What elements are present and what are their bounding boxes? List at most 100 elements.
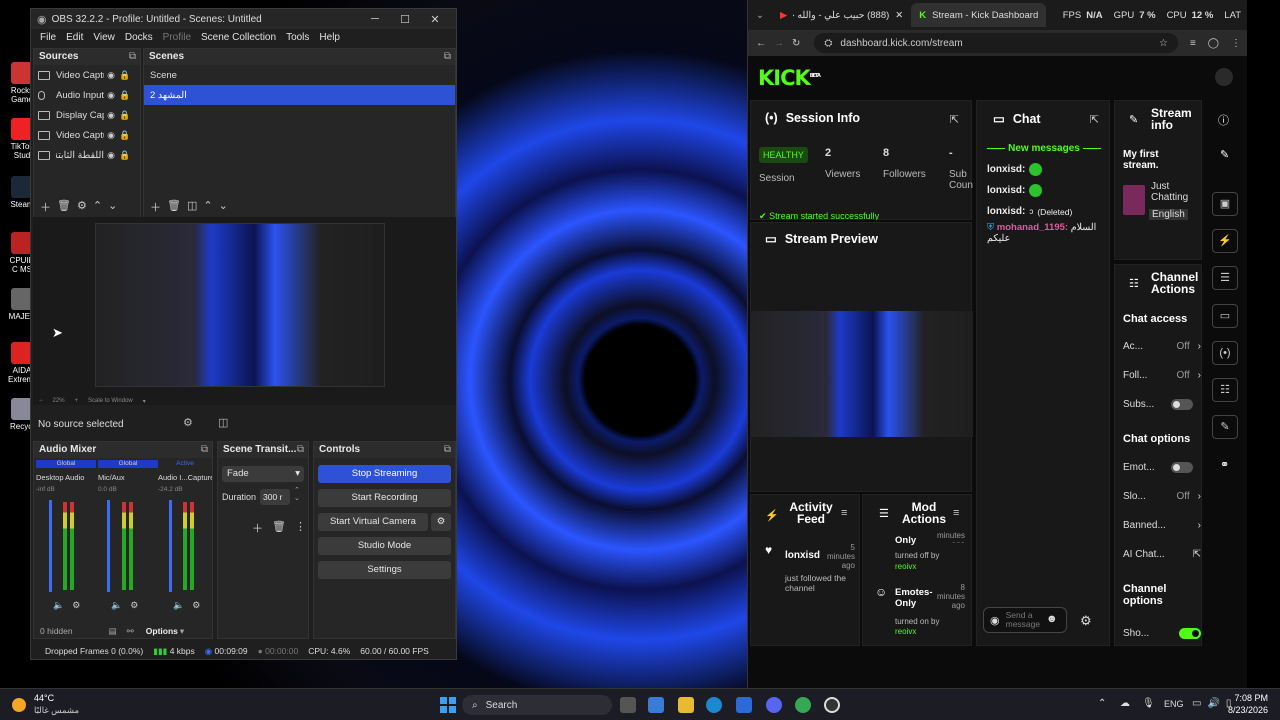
subs-only-toggle[interactable] [1171,399,1193,410]
remove-source-icon[interactable]: 🗑 [57,199,71,215]
undock-icon[interactable]: ⧉ [129,49,136,65]
chat-icon[interactable]: ▭ [1212,304,1238,328]
tab-youtube[interactable]: ▶(888) حبيب علي - والله حرام | عط...✕ [772,3,911,27]
menu-scene-collection[interactable]: Scene Collection [196,32,281,43]
channel-icon[interactable]: ☷ [1212,378,1238,402]
visibility-eye-icon[interactable]: ◉ [104,90,118,101]
media-icon[interactable]: ≡ [1184,38,1202,49]
discord-icon[interactable] [766,697,782,713]
chat-message[interactable]: ⛨ mohanad_1195: السلام عليكم [987,222,1101,244]
settings-button[interactable]: Settings [318,561,451,579]
move-up-icon[interactable]: ⌃ [93,199,102,215]
studio-mode-button[interactable]: Studio Mode [318,537,451,555]
mixer-channel-name[interactable]: Audio I...Capture [158,473,212,482]
source-item[interactable]: Audio Input ◉ 🔒 [34,85,140,105]
subs-only-row[interactable]: Subs... [1123,390,1201,419]
url-field[interactable]: ⛭ dashboard.kick.com/stream ☆ [814,33,1178,53]
speaker-icon[interactable]: 🔈 [53,600,64,611]
clock-time[interactable]: 7:08 PM [1228,693,1268,703]
weather-text[interactable]: مشمس غالبًا [34,705,79,716]
cloud-icon[interactable]: ☁ [1120,698,1130,709]
lock-icon[interactable]: 🔒 [118,70,132,81]
menu-profile[interactable]: Profile [158,32,196,43]
zoom-in-icon[interactable]: + [75,398,79,405]
lock-icon[interactable]: 🔒 [118,90,132,101]
new-messages-banner[interactable]: New messages [977,143,1111,154]
pencil-icon[interactable]: ✎ [1220,148,1229,161]
scene-item[interactable]: Scene [144,65,455,85]
duration-stepper[interactable]: ⌃ ⌄ [294,487,300,503]
undock-icon[interactable]: ⧉ [201,442,208,458]
move-down-icon[interactable]: ⌄ [108,199,117,215]
menu-tools[interactable]: Tools [281,32,314,43]
mixer-settings-icon[interactable]: ⚙ [130,600,138,611]
maximize-icon[interactable]: ☐ [390,13,420,26]
preview-canvas[interactable] [95,223,385,387]
start-recording-button[interactable]: Start Recording [318,489,451,507]
scene-filter-icon[interactable]: ◫ [187,199,197,215]
tab-list-icon[interactable]: ⌄ [748,10,772,21]
source-item[interactable]: Video Captu ◉ 🔒 [34,65,140,85]
mod-action-user[interactable]: reoivx [895,627,916,636]
visibility-eye-icon[interactable]: ◉ [104,150,118,161]
show-toggle[interactable] [1179,628,1201,639]
forward-icon[interactable]: → [774,38,784,49]
show-row[interactable]: Sho... [1123,619,1201,648]
filter-icon[interactable]: ≡ [841,507,847,519]
clock-date[interactable]: 8/23/2026 [1218,705,1268,715]
menu-edit[interactable]: Edit [61,32,88,43]
access-row[interactable]: Ac... Off › [1123,332,1201,361]
store-icon[interactable] [736,697,752,713]
scale-mode[interactable]: Scale to Window [88,398,133,405]
stop-streaming-button[interactable]: Stop Streaming [318,465,451,483]
filter-icon[interactable]: ≡ [953,507,959,519]
options-button[interactable]: Options [146,626,178,636]
volume-slider[interactable] [107,500,110,592]
mod-action-user[interactable]: reoivx [895,562,916,571]
mixer-channel-name[interactable]: Mic/Aux [98,473,158,482]
obs-titlebar[interactable]: ◉ OBS 32.2.2 - Profile: Untitled - Scene… [31,9,456,29]
virtual-camera-button[interactable]: Start Virtual Camera [318,513,428,531]
language-indicator[interactable]: ENG [1164,699,1184,709]
folder-icon[interactable] [678,697,694,713]
lock-icon[interactable]: 🔒 [118,110,132,121]
reload-icon[interactable]: ↻ [784,38,808,49]
speaker-icon[interactable]: 🔈 [111,600,122,611]
link-icon[interactable]: ⚯ [127,626,134,637]
menu-view[interactable]: View [88,32,120,43]
add-transition-icon[interactable]: ＋ [252,520,263,536]
mixer-channel-name[interactable]: Desktop Audio [36,473,96,482]
popout-icon[interactable]: ⇱ [1090,113,1099,126]
chrome-icon[interactable] [795,697,811,713]
chat-settings-icon[interactable]: ⚙ [1080,613,1092,629]
kick-logo[interactable]: KICKBETA [758,66,821,90]
remove-scene-icon[interactable]: 🗑 [167,199,181,215]
share-icon[interactable]: ⚭ [1220,458,1229,471]
speaker-icon[interactable]: 🔈 [173,600,184,611]
browser-menu-icon[interactable]: ⋮ [1225,38,1247,49]
source-item[interactable]: اللقطة الثابتة ◉ 🔒 [34,145,140,165]
undock-icon[interactable]: ⧉ [444,442,451,458]
broadcast-icon[interactable]: (•) [1212,341,1238,365]
volume-slider[interactable] [169,500,172,592]
mixer-settings-icon[interactable]: ⚙ [192,600,200,611]
filter-icon[interactable]: ◫ [218,416,228,429]
source-item[interactable]: Video Captu ◉ 🔒 [34,125,140,145]
source-properties-icon[interactable]: ⚙ [77,199,87,215]
chat-message[interactable]: lonxisd: [987,159,1101,180]
transition-select[interactable]: Fade ▾ [222,466,304,482]
gear-icon[interactable]: ⚙ [431,513,451,531]
chat-message[interactable]: lonxisd: [987,180,1101,201]
move-down-icon[interactable]: ⌄ [219,199,228,215]
info-icon[interactable]: ⓘ [1218,112,1229,128]
volume-slider[interactable] [49,500,52,592]
preview-area[interactable]: − 22% + Scale to Window ▾ [33,217,456,405]
taskbar-search[interactable]: ⌕ Search [462,695,612,715]
menu-docks[interactable]: Docks [120,32,158,43]
add-scene-icon[interactable]: ＋ [150,199,161,215]
profile-icon[interactable]: ◯ [1202,38,1225,49]
back-icon[interactable]: ← [748,38,774,49]
remove-transition-icon[interactable]: 🗑 [272,520,286,536]
tray-chevron-icon[interactable]: ⌃ [1098,698,1106,709]
menu-file[interactable]: File [35,32,61,43]
